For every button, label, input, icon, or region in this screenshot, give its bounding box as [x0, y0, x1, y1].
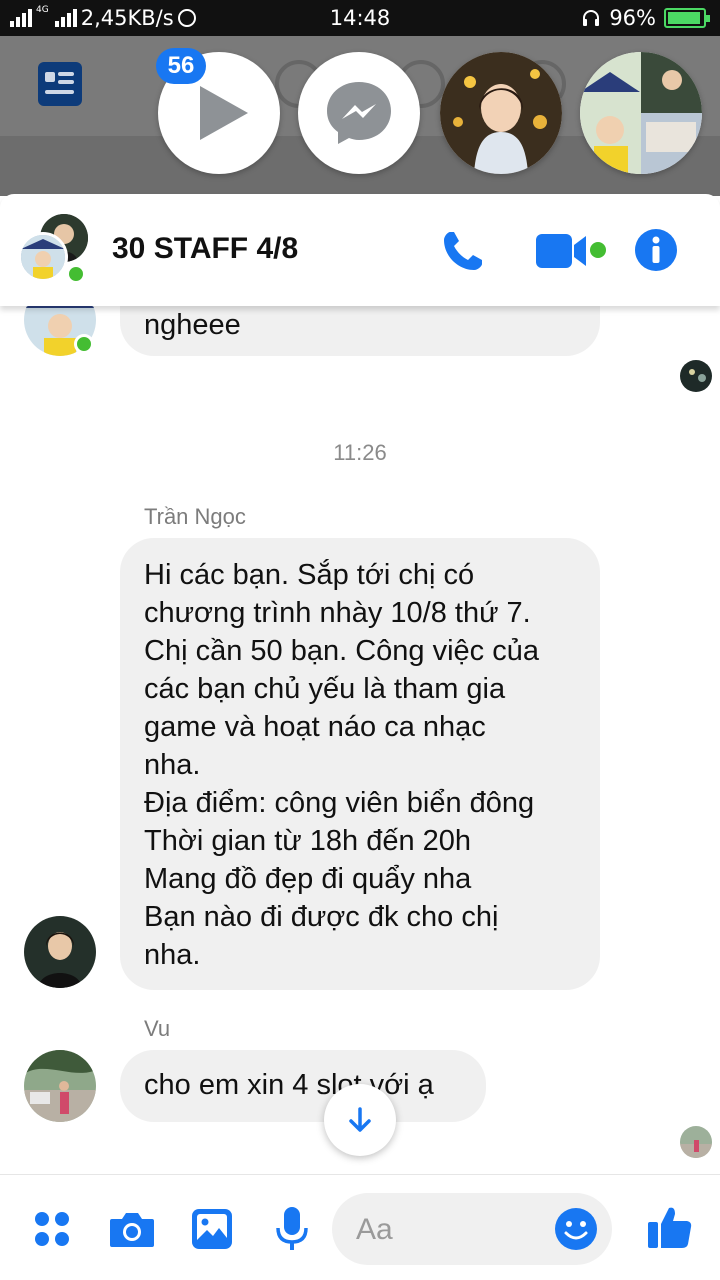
- messenger-icon: [327, 82, 391, 144]
- message-line: Địa điểm: công viên biển đông: [144, 787, 535, 819]
- message-bubble-2[interactable]: cho em xin 4 slot với ạ: [120, 1050, 486, 1122]
- message-line: Hi các bạn. Sắp tới chị có: [144, 559, 475, 591]
- camera-icon: [110, 1213, 154, 1247]
- message-line: Mang đồ đẹp đi quẩy nha: [144, 863, 472, 895]
- microphone-icon: [276, 1207, 308, 1250]
- news-feed-icon: [38, 62, 82, 106]
- seen-avatar-1: [680, 360, 712, 392]
- gallery-button[interactable]: [188, 1205, 236, 1253]
- group-photo: [580, 52, 702, 174]
- sender-avatar-2[interactable]: [24, 1050, 96, 1122]
- timestamp: 11:26: [333, 440, 387, 465]
- chat-title[interactable]: 30 STAFF 4/8: [112, 232, 298, 266]
- battery-percent: 96%: [609, 6, 656, 30]
- chat-header: 30 STAFF 4/8: [0, 194, 720, 306]
- arrow-down-icon: [349, 1107, 371, 1132]
- message-line: các bạn chủ yếu là tham gia: [144, 673, 506, 705]
- message-bubble[interactable]: Hi các bạn. Sắp tới chị có chương trình …: [120, 538, 600, 990]
- message-line: nha.: [144, 749, 201, 781]
- grid-dots-icon: [35, 1212, 69, 1246]
- thumbs-up-icon: [648, 1207, 692, 1248]
- message-line: nha.: [144, 939, 201, 971]
- message-line: Chị cần 50 bạn. Công việc của: [144, 635, 539, 667]
- message-input[interactable]: Aa: [332, 1193, 612, 1265]
- video-active-dot: [590, 242, 606, 258]
- scroll-down-button[interactable]: [324, 1084, 396, 1156]
- status-bar: 4G 2,45KB/s 14:48 96%: [0, 0, 720, 36]
- battery-icon: [664, 8, 710, 28]
- message-text: ngheee: [144, 309, 241, 341]
- sender-avatar[interactable]: [24, 916, 96, 988]
- emoji-icon[interactable]: [554, 1207, 598, 1251]
- messenger-chat-head[interactable]: [298, 52, 420, 174]
- contact-photo: [440, 52, 562, 174]
- sender-name: Trần Ngọc: [144, 504, 246, 529]
- phone-icon[interactable]: [440, 228, 486, 274]
- like-button[interactable]: [644, 1201, 696, 1253]
- voice-button[interactable]: [268, 1205, 316, 1253]
- message-line: Thời gian từ 18h đến 20h: [144, 825, 472, 857]
- message-line: chương trình nhày 10/8 thứ 7.: [144, 597, 531, 629]
- message-line: game và hoạt náo ca nhạc: [144, 711, 486, 743]
- group-chat-head[interactable]: [580, 52, 702, 174]
- seen-avatar-2: [680, 1126, 712, 1158]
- input-placeholder: Aa: [356, 1213, 393, 1246]
- sender-name-2: Vu: [144, 1016, 171, 1041]
- message-text-2: cho em xin 4 slot với ạ: [144, 1069, 434, 1101]
- online-indicator: [66, 264, 86, 284]
- message-line: Bạn nào đi được đk cho chị: [144, 901, 499, 933]
- unread-badge: 56: [156, 48, 206, 84]
- composer-bar: Aa: [0, 1174, 720, 1280]
- info-icon[interactable]: [634, 228, 678, 272]
- image-icon: [192, 1209, 232, 1249]
- group-avatar-front: [18, 232, 68, 282]
- camera-button[interactable]: [108, 1205, 156, 1253]
- online-indicator-partial: [74, 334, 94, 354]
- headphones-icon: [583, 10, 600, 26]
- contact-chat-head-1[interactable]: [440, 52, 562, 174]
- more-actions-button[interactable]: [28, 1205, 76, 1253]
- video-call-icon[interactable]: [536, 232, 596, 270]
